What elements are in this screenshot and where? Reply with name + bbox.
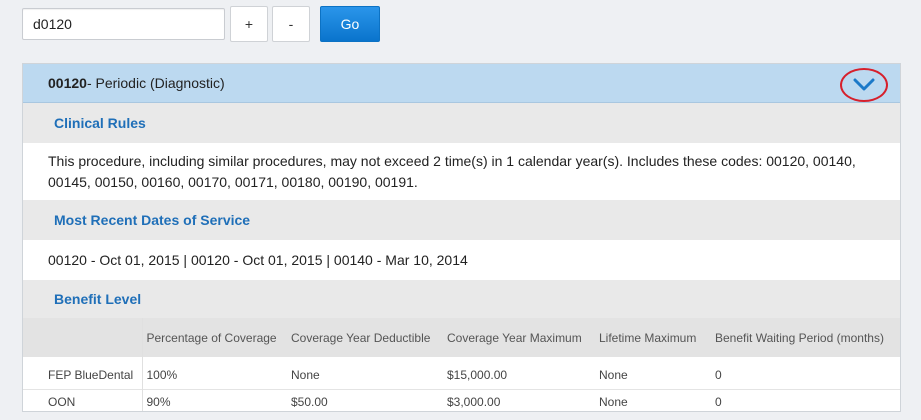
benefit-level-title: Benefit Level [23, 280, 900, 318]
table-row: FEP BlueDental 100% None $15,000.00 None… [23, 357, 900, 389]
procedure-panel: 00120 - Periodic (Diagnostic) Clinical R… [22, 63, 901, 412]
table-header-row: Percentage of Coverage Coverage Year Ded… [23, 318, 900, 357]
cell-waiting-period: 0 [715, 367, 722, 382]
procedure-code: 00120 [48, 75, 87, 91]
cell-deductible: $50.00 [291, 395, 328, 409]
recent-dates-text: 00120 - Oct 01, 2015 | 00120 - Oct 01, 2… [23, 240, 900, 280]
cell-waiting-period: 0 [715, 395, 722, 409]
cell-plan: OON [23, 389, 143, 411]
recent-dates-title: Most Recent Dates of Service [23, 200, 900, 240]
table-row: OON 90% $50.00 $3,000.00 None 0 [23, 389, 900, 411]
column-header-percentage: Percentage of Coverage [146, 330, 277, 345]
search-bar: + - Go [22, 6, 380, 42]
go-button[interactable]: Go [320, 6, 380, 42]
column-header-waiting-period: Benefit Waiting Period (months) [715, 330, 884, 345]
column-header-deductible: Coverage Year Deductible [291, 330, 431, 345]
cell-deductible: None [291, 367, 320, 382]
cell-percentage: 100% [146, 367, 178, 382]
cell-year-maximum: $15,000.00 [447, 367, 508, 382]
benefit-level-table: Percentage of Coverage Coverage Year Ded… [23, 318, 900, 411]
cell-percentage: 90% [146, 395, 171, 409]
procedure-description: - Periodic (Diagnostic) [86, 75, 225, 91]
clinical-rules-title: Clinical Rules [23, 103, 900, 143]
procedure-code-input[interactable] [22, 8, 225, 40]
column-header-year-maximum: Coverage Year Maximum [447, 330, 582, 345]
cell-plan: FEP BlueDental [23, 357, 143, 389]
cell-year-maximum: $3,000.00 [447, 395, 501, 409]
remove-button[interactable]: - [272, 6, 310, 42]
cell-lifetime-maximum: None [599, 395, 628, 409]
column-header-plan [23, 318, 143, 357]
clinical-rules-text: This procedure, including similar proced… [23, 143, 900, 200]
column-header-lifetime-maximum: Lifetime Maximum [599, 330, 697, 345]
cell-lifetime-maximum: None [599, 367, 628, 382]
chevron-down-icon [853, 78, 875, 91]
add-button[interactable]: + [230, 6, 268, 42]
collapse-toggle[interactable] [840, 68, 888, 102]
procedure-panel-header[interactable]: 00120 - Periodic (Diagnostic) [23, 64, 900, 103]
